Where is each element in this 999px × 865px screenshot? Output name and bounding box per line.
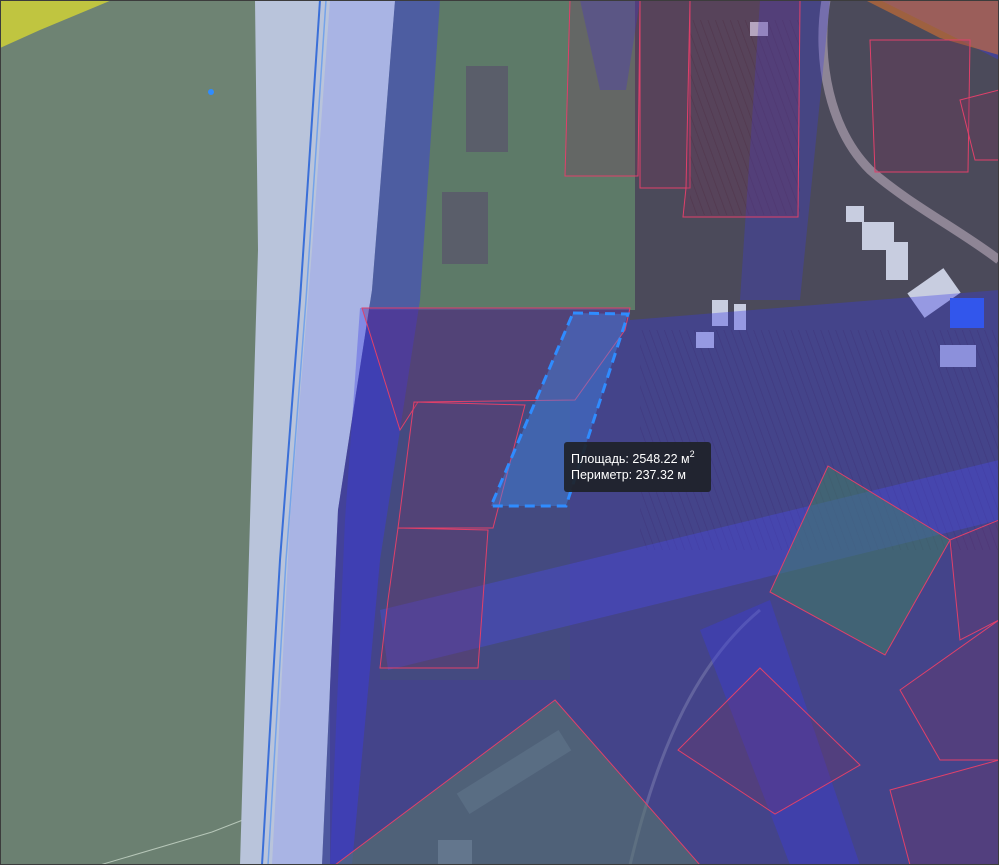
area-line: Площадь: 2548.22 м2 <box>571 449 711 467</box>
parcel[interactable] <box>379 527 489 669</box>
parcel[interactable] <box>682 0 801 218</box>
map-viewport[interactable]: Площадь: 2548.22 м2 Периметр: 237.32 м <box>0 0 999 865</box>
map-canvas[interactable] <box>0 0 999 865</box>
area-value: 2548.22 <box>632 452 678 466</box>
measurement-tooltip: Площадь: 2548.22 м2 Периметр: 237.32 м <box>564 442 711 492</box>
building <box>442 192 488 264</box>
area-exponent: 2 <box>689 449 695 459</box>
perimeter-unit: м <box>677 468 686 482</box>
area-label: Площадь: <box>571 452 629 466</box>
parcel[interactable] <box>639 0 691 189</box>
perimeter-value: 237.32 <box>635 468 674 482</box>
field-left-shade <box>0 300 260 865</box>
building <box>466 66 508 152</box>
parcel[interactable] <box>564 0 641 177</box>
building <box>886 242 908 280</box>
perimeter-label: Периметр: <box>571 468 633 482</box>
building <box>846 206 864 222</box>
parcel[interactable] <box>869 39 971 173</box>
location-marker[interactable] <box>208 89 214 95</box>
area-unit: м <box>681 452 690 466</box>
perimeter-line: Периметр: 237.32 м <box>571 467 711 483</box>
